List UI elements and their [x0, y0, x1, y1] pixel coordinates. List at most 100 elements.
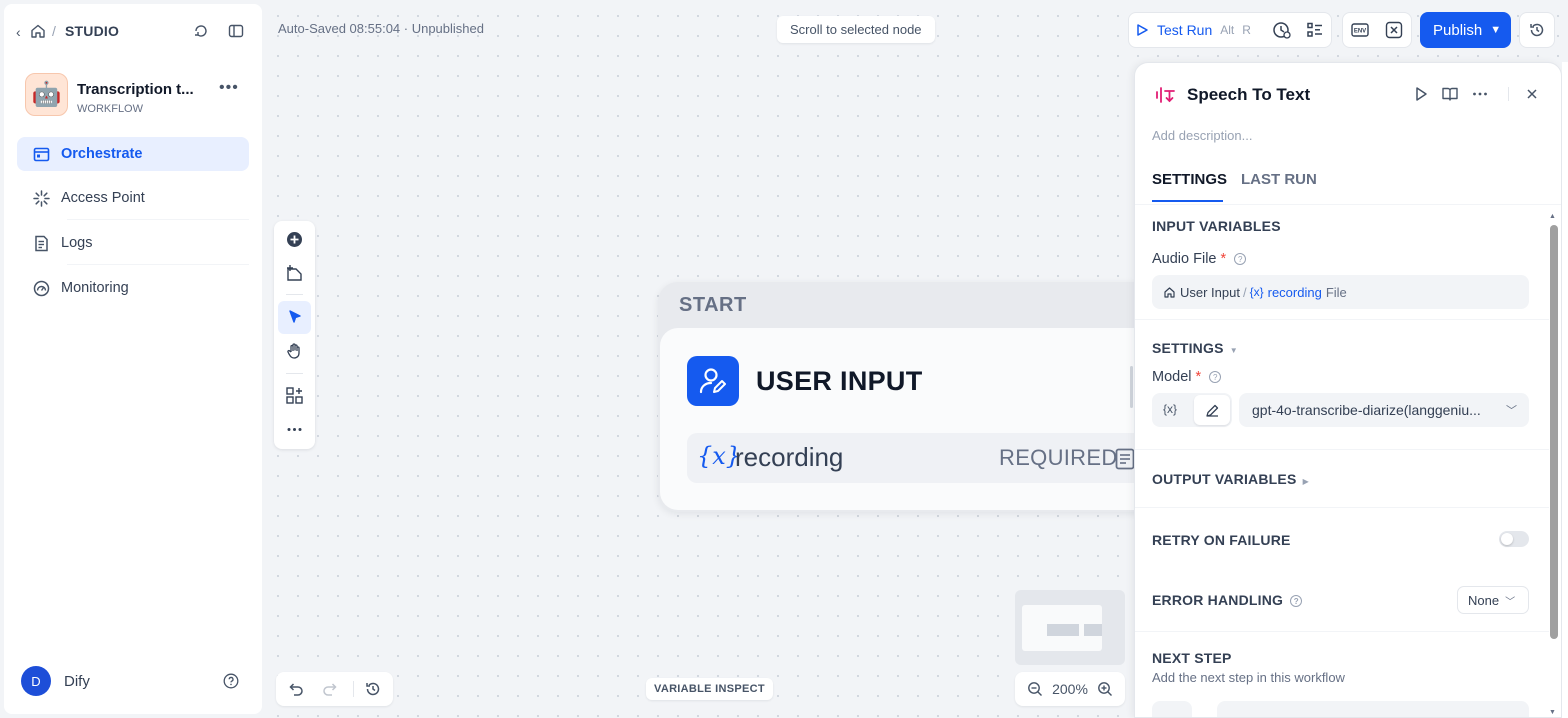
output-variables-heading[interactable]: OUTPUT VARIABLES ▶ — [1152, 471, 1309, 487]
speech-to-text-icon — [1156, 87, 1175, 103]
publish-button[interactable]: Publish ▼ — [1420, 12, 1511, 48]
zoom-in-icon[interactable] — [1097, 681, 1113, 697]
sidebar-nav: Orchestrate Access Point Logs Monitoring — [17, 137, 249, 315]
node-handle[interactable] — [1130, 366, 1133, 408]
history-icon[interactable] — [364, 680, 382, 698]
audio-file-selector[interactable]: User Input / {x} recording File — [1152, 275, 1529, 309]
input-variable-row[interactable]: {x} recording REQUIRED — [687, 433, 1176, 483]
add-node-icon[interactable] — [285, 230, 304, 249]
scroll-up-icon[interactable]: ▲ — [1549, 213, 1556, 220]
tabs-divider — [1135, 204, 1561, 205]
constant-mode-button[interactable] — [1194, 395, 1230, 425]
scroll-down-icon[interactable]: ▼ — [1549, 709, 1556, 716]
add-next-step-button[interactable] — [1217, 701, 1529, 717]
error-handling-heading: ERROR HANDLING ? — [1152, 592, 1303, 608]
tab-settings[interactable]: SETTINGS — [1152, 171, 1227, 188]
user-name[interactable]: Dify — [64, 673, 90, 690]
access-point-icon — [33, 189, 50, 207]
next-step-node-icon — [1152, 701, 1192, 717]
nav-label: Access Point — [61, 190, 145, 206]
user-input-icon — [687, 356, 739, 406]
retry-toggle[interactable] — [1499, 531, 1529, 547]
more-icon[interactable]: ••• — [219, 79, 239, 97]
conversation-variable-icon[interactable] — [1384, 20, 1404, 40]
version-history-icon — [1530, 23, 1544, 37]
sync-icon[interactable] — [192, 22, 210, 40]
hand-icon[interactable] — [285, 342, 304, 361]
close-icon[interactable] — [1523, 85, 1541, 103]
description-input[interactable]: Add description... — [1152, 128, 1252, 143]
settings-heading-text: SETTINGS — [1152, 340, 1224, 356]
redo-icon[interactable] — [322, 680, 340, 698]
scroll-to-selected-button[interactable]: Scroll to selected node — [777, 16, 935, 43]
help-icon[interactable]: ? — [1234, 253, 1247, 265]
user-input-node[interactable]: USER INPUT {x} recording REQUIRED — [660, 328, 1176, 510]
app-info-card[interactable]: 🤖 Transcription t... WORKFLOW ••• — [25, 73, 255, 121]
nav-item-logs[interactable]: Logs — [17, 226, 249, 260]
section-divider — [1135, 507, 1549, 508]
error-handling-select[interactable]: None ﹀ — [1457, 586, 1529, 614]
chevron-down-icon: ﹀ — [1506, 405, 1517, 417]
tools-divider — [286, 294, 303, 295]
organize-blocks-icon[interactable] — [285, 386, 304, 405]
docs-icon[interactable] — [1441, 85, 1459, 103]
required-mark: * — [1220, 251, 1227, 267]
start-node[interactable]: START USER INPUT {x} recording REQUIRED — [658, 282, 1178, 512]
env-icon[interactable]: ENV — [1350, 20, 1370, 40]
zoom-level[interactable]: 200% — [1052, 681, 1088, 697]
canvas-tools — [274, 221, 315, 449]
help-icon[interactable] — [223, 673, 239, 689]
section-divider — [1135, 319, 1549, 320]
more-icon[interactable] — [1471, 85, 1489, 103]
undo-redo-controls — [276, 672, 393, 706]
required-badge: REQUIRED — [999, 445, 1118, 470]
variable-inspect-button[interactable]: VARIABLE INSPECT — [646, 678, 773, 700]
add-note-icon[interactable] — [285, 264, 304, 283]
run-history-icon[interactable] — [1272, 20, 1292, 40]
test-run-button[interactable]: Test Run Alt R — [1135, 16, 1251, 44]
model-label-text: Model — [1152, 369, 1192, 385]
nav-item-access-point[interactable]: Access Point — [17, 181, 249, 215]
scrollbar-thumb[interactable] — [1550, 225, 1558, 639]
section-divider — [1135, 449, 1549, 450]
nav-item-orchestrate[interactable]: Orchestrate — [17, 137, 249, 171]
toggle-sidebar-icon[interactable] — [227, 22, 245, 40]
start-node-label: START — [679, 294, 747, 316]
minimap[interactable] — [1015, 590, 1125, 665]
audio-file-label: Audio File * ? — [1152, 251, 1247, 267]
source-node-name: User Input — [1180, 284, 1240, 300]
variable-mode-icon[interactable]: {x} — [1163, 402, 1177, 416]
app-type: WORKFLOW — [77, 103, 143, 115]
nav-item-monitoring[interactable]: Monitoring — [17, 271, 249, 305]
panel-scrollbar[interactable]: ▲ ▼ — [1549, 213, 1559, 717]
checklist-icon[interactable] — [1305, 20, 1325, 40]
model-selector[interactable]: gpt-4o-transcribe-diarize(langgeniu... ﹀ — [1239, 393, 1529, 427]
error-handling-heading-text: ERROR HANDLING — [1152, 592, 1284, 608]
settings-heading[interactable]: SETTINGS ▼ — [1152, 340, 1238, 356]
autosave-status: Auto-Saved 08:55:04 · Unpublished — [278, 21, 484, 36]
back-icon[interactable]: ‹ — [16, 24, 21, 40]
help-icon[interactable]: ? — [1290, 595, 1303, 607]
user-avatar[interactable]: D — [21, 666, 51, 696]
user-input-title: USER INPUT — [756, 366, 923, 396]
zoom-out-icon[interactable] — [1027, 681, 1043, 697]
variable-name: recording — [735, 442, 844, 472]
logs-icon — [33, 235, 50, 252]
variable-name: recording — [1267, 284, 1322, 300]
more-icon[interactable] — [285, 420, 304, 439]
shortcut-key: R — [1242, 23, 1251, 37]
panel-title[interactable]: Speech To Text — [1187, 85, 1310, 105]
pointer-icon[interactable] — [285, 308, 304, 327]
help-icon[interactable]: ? — [1209, 371, 1222, 383]
zoom-controls: 200% — [1015, 672, 1125, 706]
tab-last-run[interactable]: LAST RUN — [1241, 171, 1317, 188]
retry-heading: RETRY ON FAILURE — [1152, 532, 1291, 548]
version-history-button[interactable] — [1519, 12, 1555, 48]
run-node-icon[interactable] — [1412, 85, 1430, 103]
svg-text:ENV: ENV — [1354, 29, 1366, 35]
breadcrumb-studio[interactable]: STUDIO — [65, 23, 119, 39]
undo-icon[interactable] — [286, 680, 304, 698]
home-icon[interactable] — [30, 23, 46, 39]
toolbar-divider — [353, 681, 354, 697]
publish-label: Publish — [1433, 21, 1483, 39]
